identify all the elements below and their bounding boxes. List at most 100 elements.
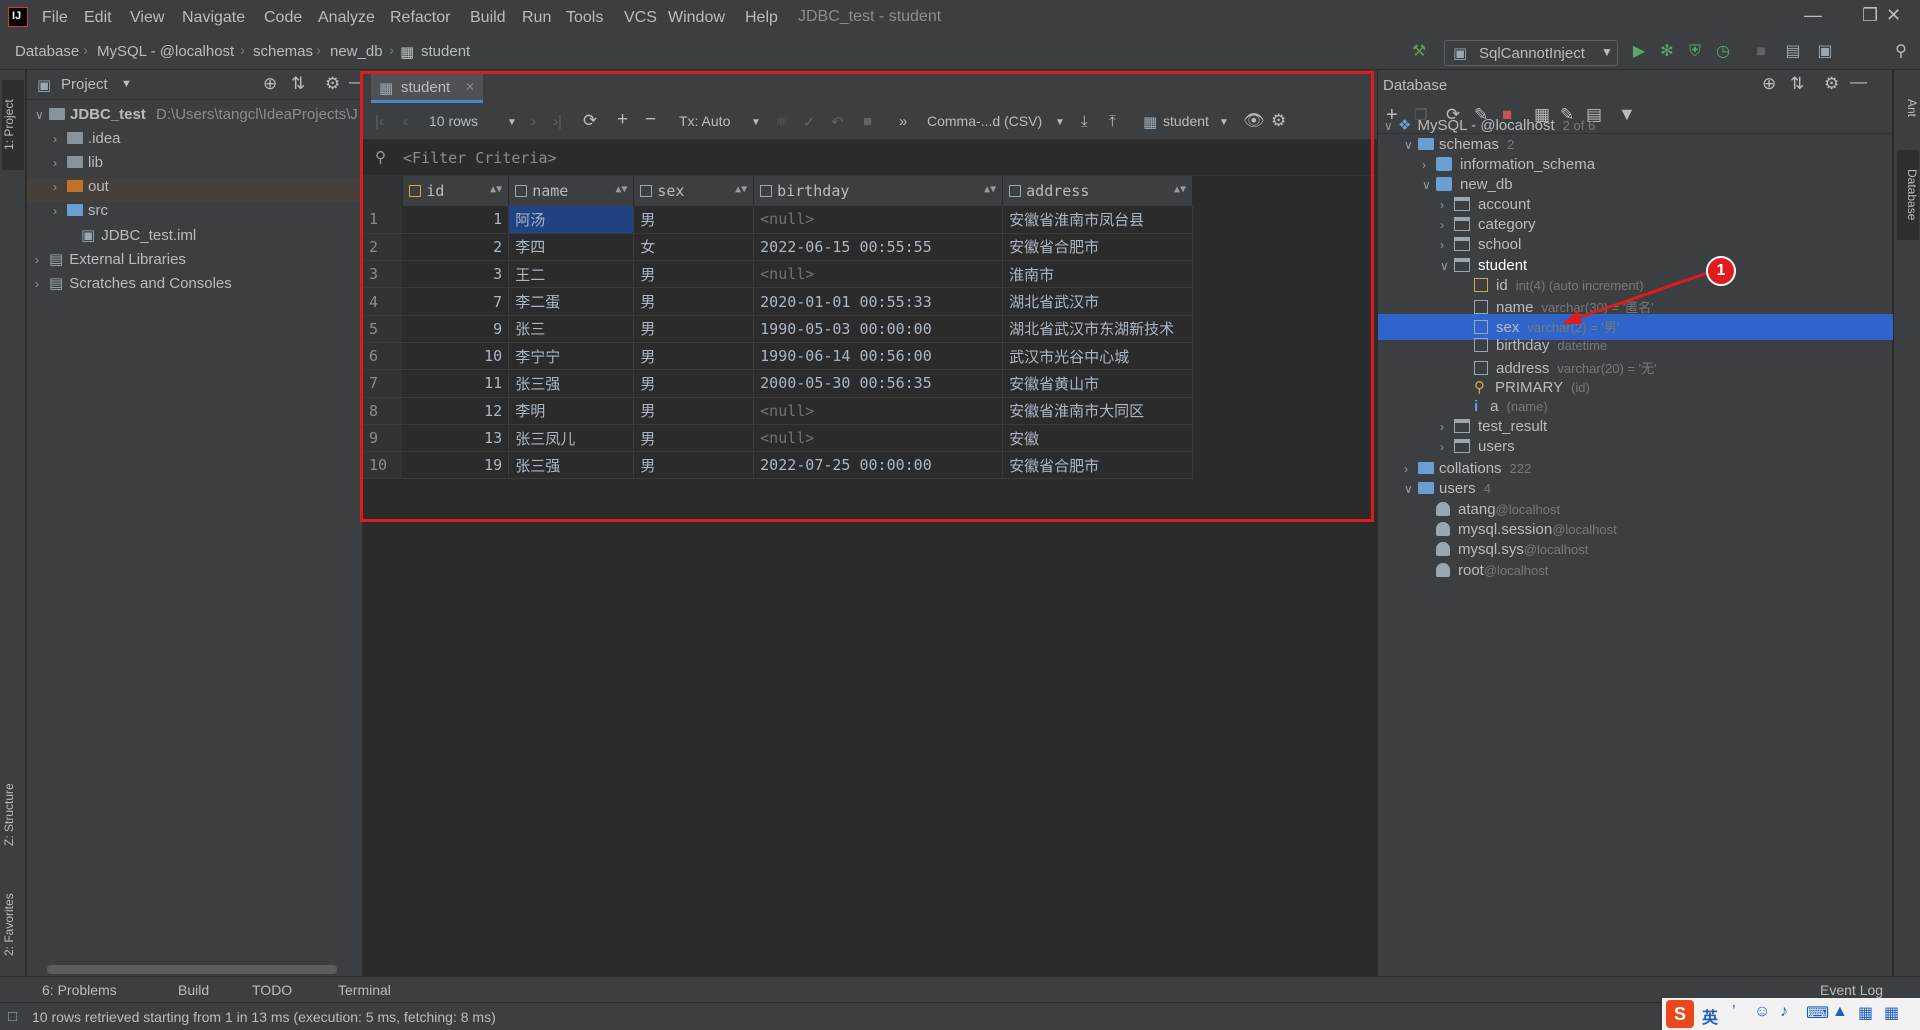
menu-edit[interactable]: Edit <box>84 9 112 27</box>
library-icon: ▤ <box>49 251 64 268</box>
gear-icon[interactable]: ⚙ <box>1824 74 1839 94</box>
toolbox-icon[interactable]: ▦ <box>1858 1003 1873 1023</box>
scratches-icon: ▤ <box>49 275 64 292</box>
chevron-down-icon: ∨ <box>1404 482 1413 496</box>
tab-database-tool[interactable]: Database <box>1897 150 1919 240</box>
breadcrumb-student[interactable]: student <box>421 43 470 60</box>
menu-navigate[interactable]: Navigate <box>182 9 245 27</box>
stop-icon[interactable]: ■ <box>1750 41 1772 63</box>
debug-icon[interactable]: ✻ <box>1656 41 1678 63</box>
run-icon[interactable]: ▶ <box>1628 41 1650 63</box>
close-icon[interactable]: ✕ <box>1886 5 1901 26</box>
menu-tools[interactable]: Tools <box>566 9 603 27</box>
tree-label: school <box>1478 236 1522 254</box>
chevron-down-icon[interactable]: ▼ <box>121 78 132 90</box>
project-panel-header: ▣ Project ▼ ⊕ ⇅ ⚙ — <box>27 70 366 100</box>
menu-grid-icon[interactable]: ▦ <box>1884 1003 1899 1023</box>
menu-vcs[interactable]: VCS <box>624 9 657 27</box>
coverage-icon[interactable]: ⛨ <box>1684 41 1706 63</box>
tree-label: test_result <box>1478 418 1548 436</box>
project-structure-icon[interactable]: ▤ <box>1782 41 1804 63</box>
emoji-icon[interactable]: ☺ <box>1754 1003 1770 1021</box>
tree-item-lib[interactable]: › lib <box>53 154 103 178</box>
tree-item-external-libraries[interactable]: › ▤ External Libraries <box>35 250 186 274</box>
keyboard-icon[interactable]: ⌨ <box>1806 1003 1829 1023</box>
menu-bar: IJ File Edit View Navigate Code Analyze … <box>0 0 1920 36</box>
tree-meta: (id) <box>1571 379 1590 395</box>
breadcrumb-schemas[interactable]: schemas <box>253 43 313 60</box>
tab-terminal[interactable]: Terminal <box>338 982 391 998</box>
app-logo-icon: IJ <box>8 7 28 27</box>
run-configuration-select[interactable]: ▣ SqlCannotInject ▼ <box>1444 40 1618 66</box>
ime-mode[interactable]: 英 <box>1702 1004 1718 1028</box>
table-icon <box>1454 237 1470 252</box>
menu-file[interactable]: File <box>42 9 68 27</box>
tree-item-label: JDBC_test.iml <box>101 227 197 244</box>
tree-label: birthday <box>1496 337 1550 355</box>
tree-item-src[interactable]: › src <box>53 202 108 226</box>
search-icon[interactable]: ⚲ <box>1890 41 1912 63</box>
locate-icon[interactable]: ⊕ <box>1762 74 1776 94</box>
tree-item-label: .idea <box>88 130 121 147</box>
microphone-icon[interactable]: ♪ <box>1780 1003 1788 1021</box>
menu-code[interactable]: Code <box>264 9 302 27</box>
gear-icon[interactable]: ⚙ <box>325 74 340 94</box>
tree-user[interactable]: root@localhost <box>1436 562 1548 586</box>
menu-view[interactable]: View <box>130 9 164 27</box>
tab-ant-tool[interactable]: Ant <box>1897 78 1919 138</box>
menu-build[interactable]: Build <box>470 9 506 27</box>
filter-icon[interactable]: ▼ <box>1618 104 1636 125</box>
menu-help[interactable]: Help <box>745 9 778 27</box>
tree-item-project-root[interactable]: ∨ JDBC_test D:\Users\tangcl\IdeaProjects\… <box>35 106 358 130</box>
menu-window[interactable]: Window <box>668 9 725 27</box>
tree-meta: @localhost <box>1523 542 1589 558</box>
breadcrumb-new-db[interactable]: new_db <box>330 43 383 60</box>
tab-todo[interactable]: TODO <box>252 982 292 998</box>
breadcrumb-datasource[interactable]: MySQL - @localhost <box>97 43 234 60</box>
chevron-down-icon: ∨ <box>1384 119 1393 133</box>
project-panel-title[interactable]: Project <box>61 76 108 93</box>
hide-icon[interactable]: — <box>1850 72 1867 92</box>
folder-icon <box>1418 138 1434 150</box>
profile-icon[interactable]: ◷ <box>1712 41 1734 63</box>
tab-problems[interactable]: 6: Problems <box>42 982 117 998</box>
folder-icon <box>67 132 83 144</box>
tree-table-users[interactable]: › users <box>1440 438 1515 462</box>
right-tool-strip: Ant Database <box>1893 70 1920 976</box>
chevron-right-icon: › <box>1440 420 1444 435</box>
folder-icon <box>49 108 65 120</box>
locate-icon[interactable]: ⊕ <box>263 74 277 94</box>
tree-item-idea[interactable]: › .idea <box>53 130 121 154</box>
collapse-all-icon[interactable]: ⇅ <box>1790 74 1804 94</box>
menu-refactor[interactable]: Refactor <box>390 9 450 27</box>
tree-item-scratches[interactable]: › ▤ Scratches and Consoles <box>35 274 232 298</box>
tree-label: users <box>1478 438 1515 456</box>
menu-run[interactable]: Run <box>522 9 551 27</box>
collapse-all-icon[interactable]: ⇅ <box>291 74 305 94</box>
skin-icon[interactable]: ▲ <box>1832 1003 1848 1021</box>
column-icon <box>1474 320 1488 335</box>
tab-project-tool[interactable]: 1: Project <box>2 80 24 170</box>
punctuation-icon[interactable]: ’ <box>1732 1003 1736 1021</box>
chevron-right-icon: › <box>1404 462 1408 476</box>
tree-item-iml[interactable]: ▣ JDBC_test.iml <box>81 226 196 250</box>
menu-analyze[interactable]: Analyze <box>318 9 375 27</box>
config-icon: ▣ <box>1453 45 1468 62</box>
tab-favorites-tool[interactable]: 2: Favorites <box>2 870 24 980</box>
index-icon: i <box>1474 398 1479 415</box>
minimize-icon[interactable]: — <box>1804 5 1822 26</box>
tree-label: mysql.sys <box>1458 541 1524 559</box>
horizontal-scrollbar[interactable] <box>47 965 337 974</box>
layout-icon[interactable]: ▣ <box>1814 41 1836 63</box>
tree-meta: @localhost <box>1483 562 1549 578</box>
restore-icon[interactable]: ❐ <box>1862 5 1878 26</box>
tree-item-out[interactable]: › out <box>27 178 362 202</box>
event-log-button[interactable]: Event Log <box>1820 982 1883 998</box>
tree-label: a <box>1490 398 1499 415</box>
tab-structure-tool[interactable]: Z: Structure <box>2 760 24 870</box>
breadcrumb-database[interactable]: Database <box>15 43 79 60</box>
tree-label: name <box>1496 299 1534 316</box>
build-hammer-icon[interactable]: ⚒ <box>1408 41 1430 63</box>
tab-build[interactable]: Build <box>178 982 209 998</box>
ime-logo-icon[interactable]: S <box>1666 1000 1694 1028</box>
